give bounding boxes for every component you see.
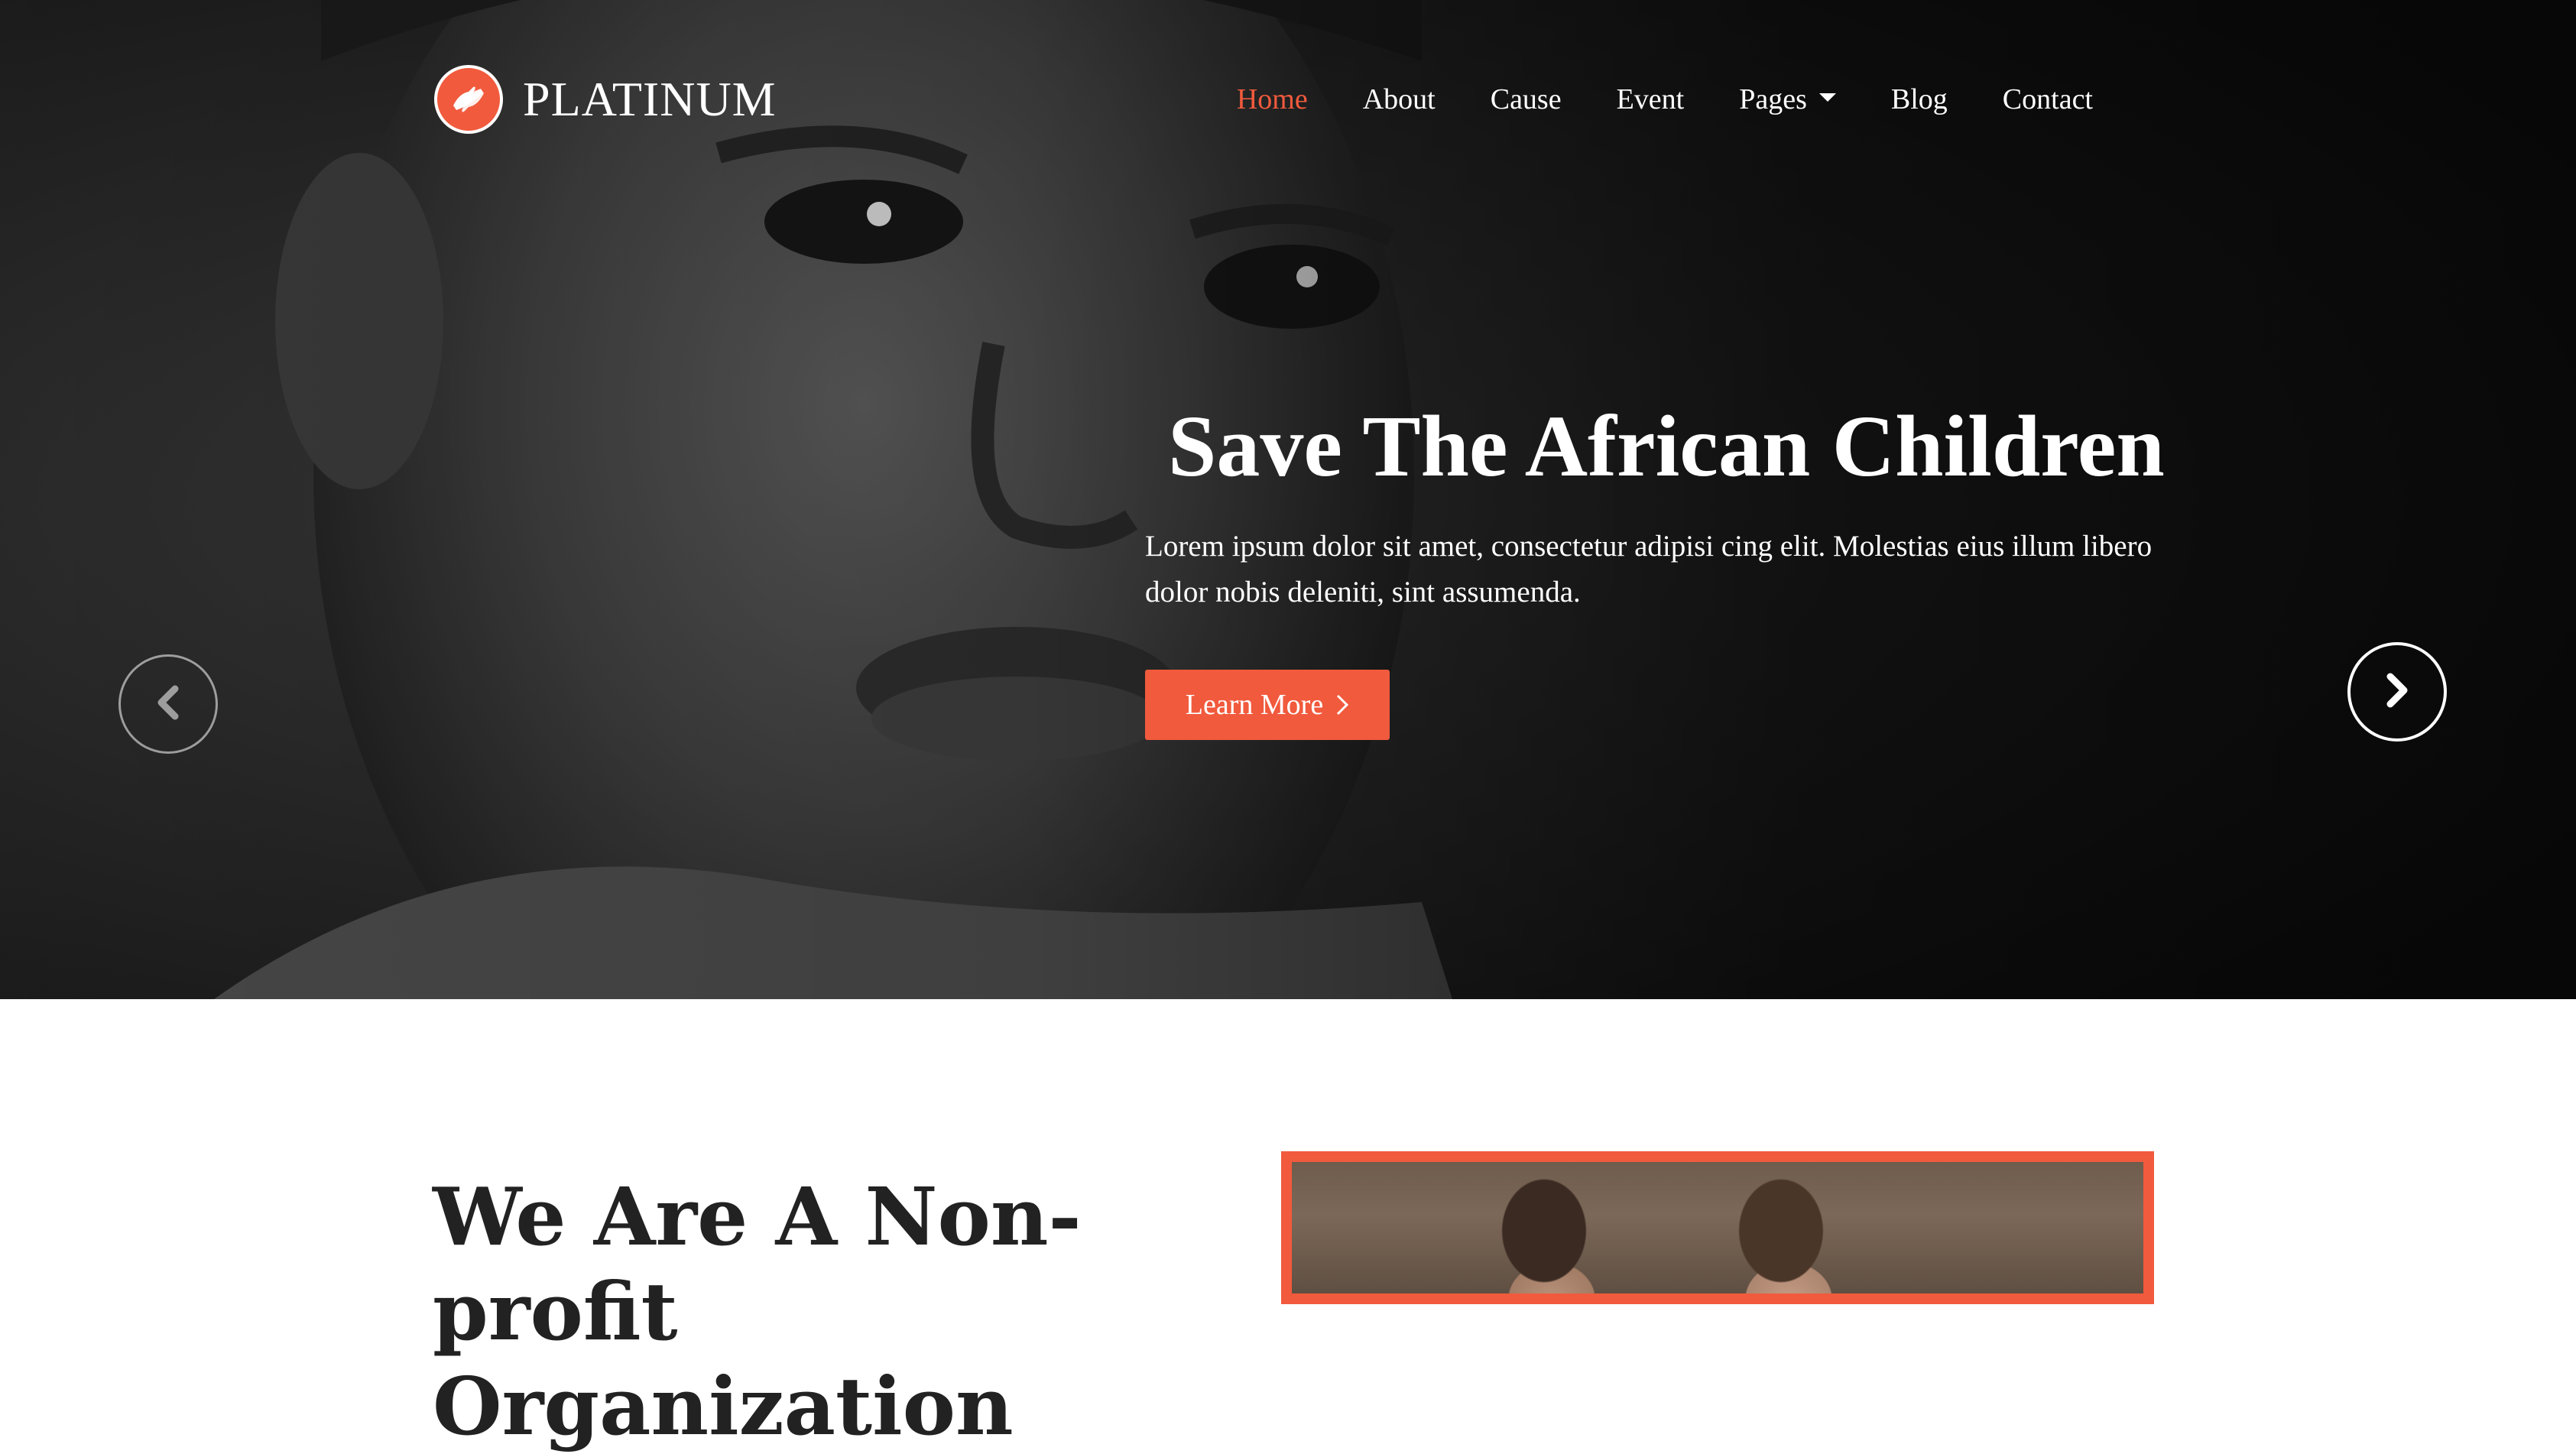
nav-item-pages[interactable]: Pages (1739, 83, 1836, 116)
nav-item-event[interactable]: Event (1617, 83, 1685, 116)
navbar: PLATINUM Home About Cause Event Pages Bl… (434, 63, 2093, 136)
nav-item-cause[interactable]: Cause (1491, 83, 1562, 116)
hero-overlay (0, 0, 2576, 999)
brand-name: PLATINUM (523, 72, 777, 126)
learn-more-label: Learn More (1185, 689, 1324, 721)
caret-down-icon (1818, 92, 1836, 102)
hero-text: Lorem ipsum dolor sit amet, consectetur … (1145, 530, 2153, 609)
helping-hands-icon (434, 65, 503, 134)
brand[interactable]: PLATINUM (434, 63, 777, 136)
about-photo (1292, 1162, 2143, 1293)
chevron-right-icon (2384, 673, 2410, 712)
learn-more-button[interactable]: Learn More (1145, 670, 1390, 740)
carousel-next-button[interactable] (2347, 642, 2447, 742)
about-title: We Are A Non-profit Organization (433, 1170, 1082, 1453)
carousel-prev-button[interactable] (118, 654, 218, 754)
nav-menu: Home About Cause Event Pages Blog Contac… (1182, 63, 2093, 136)
nav-item-pages-label: Pages (1739, 83, 1807, 115)
chevron-left-icon (155, 685, 181, 724)
hero-section: PLATINUM Home About Cause Event Pages Bl… (0, 0, 2576, 999)
nav-item-contact[interactable]: Contact (2003, 83, 2093, 116)
chevron-right-icon (1335, 693, 1349, 716)
nav-item-about[interactable]: About (1363, 83, 1436, 116)
hero-title: Save The African Children (1168, 398, 2165, 495)
about-image-frame (1281, 1151, 2154, 1304)
nav-item-home[interactable]: Home (1237, 83, 1308, 116)
nav-item-blog[interactable]: Blog (1891, 83, 1948, 116)
